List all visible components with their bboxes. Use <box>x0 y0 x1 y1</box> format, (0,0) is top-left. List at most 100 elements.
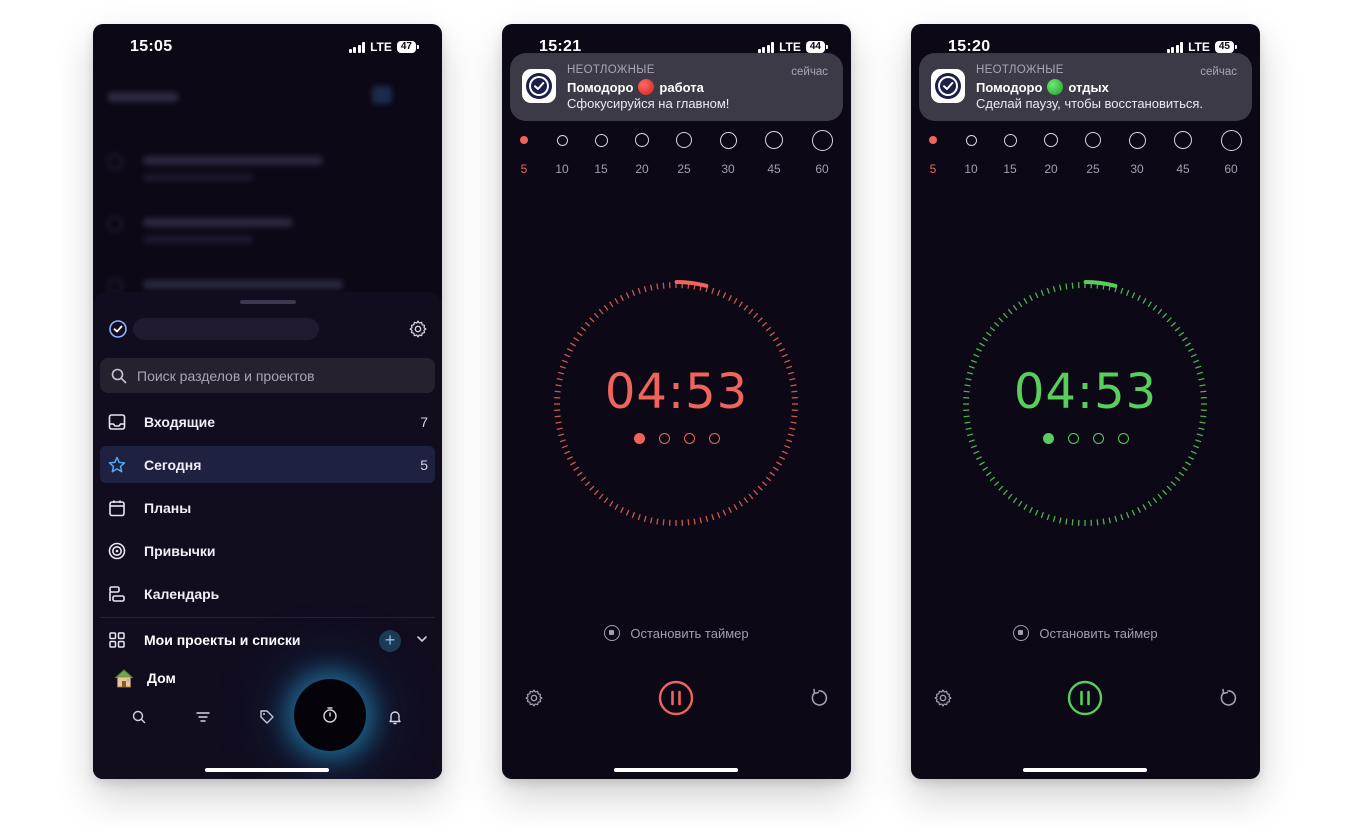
dial-tick <box>761 321 768 327</box>
battery-icon: 44 <box>805 41 829 53</box>
dial-tick <box>1157 308 1163 315</box>
duration-option-20[interactable]: 20 <box>1031 129 1071 176</box>
signal-icon <box>348 41 366 53</box>
pomodoro-cycles <box>502 433 851 444</box>
duration-label: 60 <box>1224 162 1238 176</box>
dial-tick <box>699 517 703 524</box>
duration-option-5[interactable]: 5 <box>913 129 953 176</box>
dial-tick <box>993 481 1000 487</box>
gear-icon[interactable] <box>933 688 953 708</box>
notification-title-suffix: отдых <box>1068 79 1109 95</box>
dial-tick <box>620 295 624 301</box>
status-bar: 15:05 LTE 47 <box>93 38 442 58</box>
dial-tick <box>982 337 989 342</box>
dial-tick <box>789 427 796 431</box>
dial-tick <box>722 292 727 299</box>
dial-tick <box>772 337 779 342</box>
duration-label: 10 <box>964 162 978 176</box>
reset-icon[interactable] <box>809 688 829 708</box>
duration-option-60[interactable]: 60 <box>802 129 842 176</box>
filter-icon[interactable] <box>193 707 213 727</box>
dial-tick <box>1190 353 1197 358</box>
account-name[interactable] <box>133 318 319 340</box>
search-icon[interactable] <box>129 707 149 727</box>
dial-tick <box>1023 298 1028 304</box>
dial-tick <box>970 359 977 364</box>
duration-option-15[interactable]: 15 <box>581 129 621 176</box>
pause-button[interactable] <box>1067 680 1103 716</box>
dial-tick <box>1193 359 1200 364</box>
search-field[interactable] <box>100 358 435 393</box>
dial-tick <box>772 466 779 471</box>
bottom-tab-bar <box>93 675 442 755</box>
notification-banner[interactable]: НЕОТЛОЖНЫЕ сейчас Помодоро работа Сфокус… <box>510 53 843 121</box>
tag-icon[interactable] <box>257 707 277 727</box>
dial-tick <box>593 489 599 496</box>
dial-tick <box>573 337 580 342</box>
dial-tick <box>620 507 624 513</box>
duration-ring <box>811 129 833 151</box>
timer-tab-active[interactable] <box>294 679 366 751</box>
drawer-handle[interactable] <box>240 300 296 304</box>
duration-option-20[interactable]: 20 <box>622 129 662 176</box>
duration-ring <box>1044 133 1058 147</box>
stop-timer-label: Остановить таймер <box>630 625 749 641</box>
stop-timer-button[interactable]: Остановить таймер <box>502 625 851 641</box>
duration-option-5[interactable]: 5 <box>504 129 544 176</box>
dial-tick <box>1166 485 1172 491</box>
dial-tick <box>570 342 576 347</box>
dial-tick <box>1174 326 1181 332</box>
duration-option-15[interactable]: 15 <box>990 129 1030 176</box>
stop-timer-button[interactable]: Остановить таймер <box>911 625 1260 641</box>
duration-ring <box>929 136 937 144</box>
dial-tick <box>753 489 759 496</box>
chevron-down-icon[interactable] <box>415 632 429 646</box>
dial-tick <box>711 287 715 294</box>
reset-icon[interactable] <box>1218 688 1238 708</box>
notification-title-prefix: Помодоро <box>976 79 1043 95</box>
dial-tick <box>584 481 591 487</box>
projects-section-header[interactable]: Мои проекты и списки + <box>100 622 435 658</box>
duration-option-45[interactable]: 45 <box>754 129 794 176</box>
dial-tick <box>1002 489 1008 496</box>
menu-item-habits[interactable]: Привычки <box>100 532 435 569</box>
menu-item-inbox[interactable]: Входящие 7 <box>100 403 435 440</box>
duration-option-25[interactable]: 25 <box>664 129 704 176</box>
dial-tick <box>1166 317 1172 323</box>
dial-tick <box>733 298 738 304</box>
duration-option-30[interactable]: 30 <box>708 129 748 176</box>
menu-item-today[interactable]: Сегодня 5 <box>100 446 435 483</box>
gear-icon[interactable] <box>408 319 428 339</box>
pomodoro-cycles <box>911 433 1260 444</box>
dial-tick <box>555 421 562 424</box>
duration-ring <box>635 133 649 147</box>
menu-item-label: Входящие <box>144 413 215 430</box>
dial-tick <box>1002 312 1008 319</box>
duration-option-30[interactable]: 30 <box>1117 129 1157 176</box>
signal-icon <box>1166 41 1184 53</box>
pause-button[interactable] <box>658 680 694 716</box>
menu-item-plans[interactable]: Планы <box>100 489 435 526</box>
dial-tick <box>1108 517 1112 524</box>
notification-message: Сделай паузу, чтобы восстановиться. <box>976 96 1204 111</box>
phone-pomodoro-work: 15:21 LTE 44 НЕОТЛОЖНЫЕ сейчас Помодоро … <box>502 24 851 779</box>
menu-item-count: 7 <box>420 413 428 430</box>
dial-tick <box>711 514 715 521</box>
duration-option-10[interactable]: 10 <box>951 129 991 176</box>
dial-tick <box>1052 515 1056 523</box>
dial-tick <box>1188 456 1194 460</box>
notification-banner[interactable]: НЕОТЛОЖНЫЕ сейчас Помодоро отдых Сделай … <box>919 53 1252 121</box>
search-input[interactable] <box>137 367 397 384</box>
bell-icon[interactable] <box>385 707 405 727</box>
add-project-button[interactable]: + <box>379 630 401 652</box>
duration-ring <box>594 133 608 147</box>
duration-option-60[interactable]: 60 <box>1211 129 1251 176</box>
gear-icon[interactable] <box>524 688 544 708</box>
menu-item-calendar[interactable]: Календарь <box>100 575 435 612</box>
duration-option-10[interactable]: 10 <box>542 129 582 176</box>
duration-option-45[interactable]: 45 <box>1163 129 1203 176</box>
dial-tick <box>979 342 985 347</box>
dial-tick <box>761 481 768 487</box>
duration-option-25[interactable]: 25 <box>1073 129 1113 176</box>
dial-tick <box>989 476 996 482</box>
